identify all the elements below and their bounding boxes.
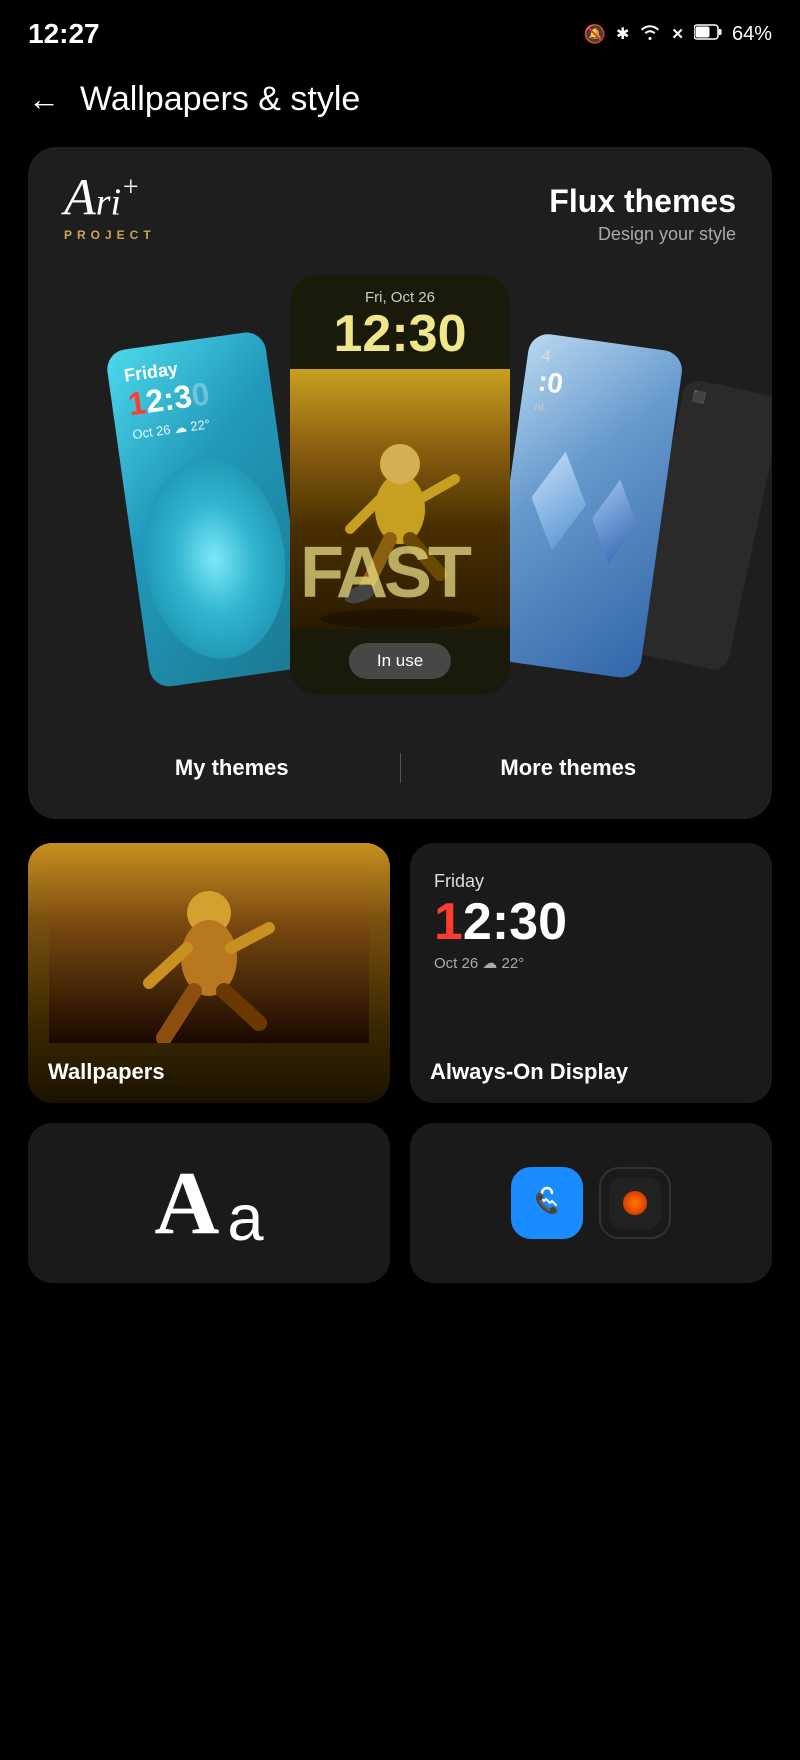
flux-tabs: My themes More themes [28,725,772,819]
font-a-small: a [227,1180,263,1255]
camera-lens [623,1191,647,1215]
center-card-date: Fri, Oct 26 [300,289,500,306]
center-card-image: FAST [290,369,510,629]
left-card-content: Friday 12:30 Oct 26 ☁ 22° [105,330,279,461]
center-card-time: 12:30 [300,306,500,363]
aod-date-weather: Oct 26 ☁ 22° [434,954,748,972]
theme-card-left[interactable]: Friday 12:30 Oct 26 ☁ 22° [105,330,311,689]
art-logo: Ari+ PROJECT [64,175,156,242]
font-a-large: A [154,1152,219,1255]
status-icons: 🔕 ✱ ✕ 64% [584,23,772,46]
status-time: 12:27 [28,18,100,50]
wallpapers-preview [28,843,390,1043]
flux-subtitle: Design your style [549,224,736,245]
center-card-header: Fri, Oct 26 12:30 [290,275,510,369]
svg-text:📞: 📞 [535,1190,560,1215]
flux-card-top: Ari+ PROJECT Flux themes Design your sty… [28,147,772,245]
theme-carousel: Friday 12:30 Oct 26 ☁ 22° Fri, Oct 26 12… [28,245,772,725]
back-button[interactable]: ← [28,81,60,118]
battery-percent: 64% [732,23,772,46]
bottom-grid: Wallpapers Friday 12:30 Oct 26 ☁ 22° Alw… [0,819,800,1103]
page-title: Wallpapers & style [80,80,360,119]
wallpapers-label: Wallpapers [48,1059,165,1085]
fast-text: FAST [300,537,468,609]
diamond-shapes [501,445,669,571]
bottom-row-partial: A a 📞 [0,1103,800,1283]
right-card-content: 4 :0 nt [518,332,685,447]
font-card[interactable]: A a [28,1123,390,1283]
aod-label: Always-On Display [430,1059,628,1085]
my-themes-tab[interactable]: My themes [64,745,400,791]
more-themes-tab[interactable]: More themes [401,745,737,791]
battery-icon [694,24,722,45]
blue-blob-decoration [131,450,297,668]
aod-time-rest: 2:30 [463,893,567,951]
phone-app-icon: 📞 [511,1167,583,1239]
aod-card[interactable]: Friday 12:30 Oct 26 ☁ 22° Always-On Disp… [410,843,772,1103]
apps-card[interactable]: 📞 [410,1123,772,1283]
art-script-text: Ari+ [64,175,140,222]
bluetooth-icon: ✱ [616,24,629,44]
flux-main-title: Flux themes [549,183,736,220]
status-bar: 12:27 🔕 ✱ ✕ 64% [0,0,800,60]
wallpapers-runner-svg [28,843,390,1043]
wifi-icon [639,24,661,45]
aod-day: Friday [434,871,748,892]
flux-themes-card: Ari+ PROJECT Flux themes Design your sty… [28,147,772,819]
mute-icon: 🔕 [584,24,606,45]
page-header: ← Wallpapers & style [0,60,800,147]
font-preview: A a [134,1152,283,1255]
wallpapers-card[interactable]: Wallpapers [28,843,390,1103]
close-icon: ✕ [671,25,684,43]
project-label: PROJECT [64,228,156,242]
aod-digit-red: 1 [434,893,463,951]
camera-app-icon [599,1167,671,1239]
theme-card-center[interactable]: Fri, Oct 26 12:30 [290,275,510,695]
aod-time: 12:30 [434,896,748,948]
flux-title-area: Flux themes Design your style [549,175,736,245]
in-use-badge: In use [349,643,451,679]
